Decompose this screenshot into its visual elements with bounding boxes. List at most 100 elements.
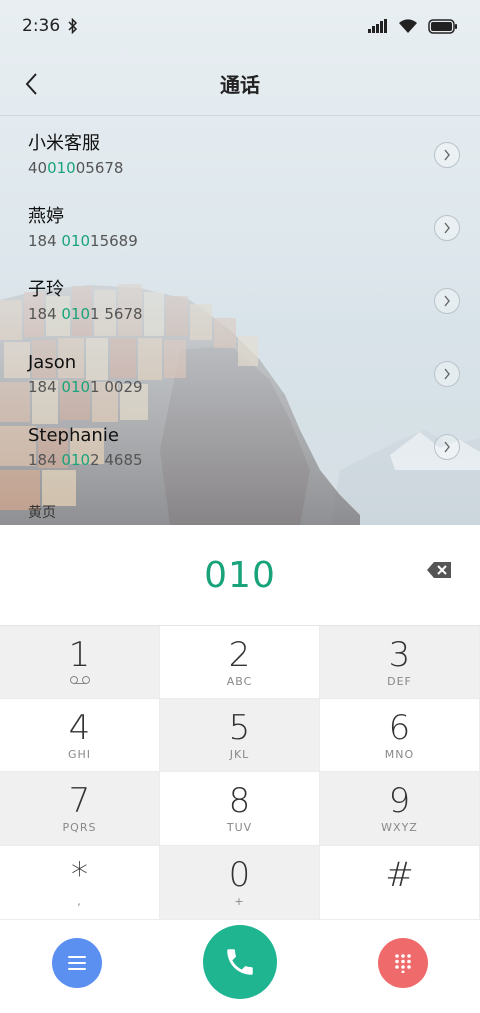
contact-item[interactable]: 子玲 184 0101 5678 xyxy=(0,264,480,337)
status-icons xyxy=(368,18,458,34)
number-suffix: 1 0029 xyxy=(90,378,143,396)
key-digit: 7 xyxy=(68,781,91,821)
yellow-pages-label[interactable]: 黄页 xyxy=(28,502,56,522)
number-prefix: 184 xyxy=(28,378,62,396)
chevron-right-icon xyxy=(444,222,450,234)
voicemail-icon xyxy=(69,675,91,689)
contact-item[interactable]: Stephanie 184 0102 4685 xyxy=(0,410,480,483)
key-4[interactable]: 4 GHI xyxy=(0,699,160,772)
contact-number: 184 0101 0029 xyxy=(28,376,480,398)
contact-name: 小米客服 xyxy=(28,133,100,154)
contact-name: Jason xyxy=(28,352,77,373)
dialed-number[interactable]: 010 xyxy=(204,555,276,596)
number-match: 010 xyxy=(61,232,91,250)
number-suffix: 15689 xyxy=(90,232,138,250)
chevron-right-icon xyxy=(444,295,450,307)
key-2[interactable]: 2 ABC xyxy=(160,626,320,699)
key-8[interactable]: 8 TUV xyxy=(160,772,320,846)
number-match: 010 xyxy=(61,305,91,323)
phone-icon xyxy=(227,949,253,975)
contact-item[interactable]: 小米客服 4001005678 xyxy=(0,118,480,191)
chevron-right-icon xyxy=(444,149,450,161)
key-digit: 6 xyxy=(388,707,411,748)
contact-name: Stephanie xyxy=(28,425,119,446)
key-digit: # xyxy=(385,855,414,895)
wifi-icon xyxy=(399,18,417,33)
contacts-background: 2:36 通话 小米客服 4001005678 燕婷 184 01015689 … xyxy=(0,0,480,525)
battery-icon xyxy=(428,18,457,34)
number-match: 010 xyxy=(61,378,91,396)
contact-item[interactable]: Jason 184 0101 0029 xyxy=(0,337,480,410)
key-9[interactable]: 9 WXYZ xyxy=(320,772,480,846)
contact-suggestion-list: 小米客服 4001005678 燕婷 184 01015689 子玲 184 0… xyxy=(0,118,480,483)
contact-detail-button[interactable] xyxy=(434,361,460,387)
contact-detail-button[interactable] xyxy=(434,142,460,168)
menu-icon xyxy=(68,956,86,970)
contact-detail-button[interactable] xyxy=(434,215,460,241)
chevron-right-icon xyxy=(444,368,450,380)
key-digit: 5 xyxy=(228,707,251,748)
number-suffix: 05678 xyxy=(75,159,124,177)
contact-number: 184 01015689 xyxy=(28,230,480,252)
key-letters: GHI xyxy=(67,747,92,761)
key-digit: 4 xyxy=(68,707,91,748)
number-prefix: 184 xyxy=(28,451,62,469)
bluetooth-icon xyxy=(68,18,78,34)
contact-name: 燕婷 xyxy=(28,206,64,227)
key-letters: PQRS xyxy=(62,821,97,834)
contact-number: 184 0101 5678 xyxy=(28,303,480,325)
number-suffix: 1 5678 xyxy=(90,305,143,323)
dialpad-keys: 1 2 ABC 3 DEF 4 GHI 5 JKL 6 MNO 7 PQRS 8… xyxy=(0,625,480,920)
key-digit: 2 xyxy=(228,634,251,675)
key-star[interactable]: * , xyxy=(0,846,160,920)
signal-icon xyxy=(368,19,387,33)
back-button[interactable] xyxy=(14,66,50,102)
key-letters: MNO xyxy=(384,747,415,761)
number-match: 010 xyxy=(61,451,91,469)
key-7[interactable]: 7 PQRS xyxy=(0,772,160,846)
key-3[interactable]: 3 DEF xyxy=(320,626,480,699)
header: 通话 xyxy=(0,52,480,116)
contact-number: 4001005678 xyxy=(28,157,480,179)
key-digit: 9 xyxy=(388,781,411,821)
contact-number: 184 0102 4685 xyxy=(28,449,480,471)
number-suffix: 2 4685 xyxy=(90,451,143,469)
backspace-button[interactable] xyxy=(426,559,454,581)
dial-input-row: 010 xyxy=(0,525,480,625)
key-1[interactable]: 1 xyxy=(0,626,160,699)
key-digit: * xyxy=(71,855,88,895)
contact-item[interactable]: 燕婷 184 01015689 xyxy=(0,191,480,264)
key-letters: JKL xyxy=(229,747,250,761)
status-time: 2:36 xyxy=(22,16,61,36)
dialpad-icon xyxy=(395,954,411,973)
key-letters: WXYZ xyxy=(381,821,418,834)
key-digit: 8 xyxy=(228,781,251,821)
backspace-icon xyxy=(427,562,451,578)
status-bar: 2:36 xyxy=(0,0,480,52)
key-letters: DEF xyxy=(387,674,412,688)
chevron-right-icon xyxy=(444,441,450,453)
dialpad-toggle-button[interactable] xyxy=(378,938,428,988)
key-digit: 0 xyxy=(228,855,251,895)
number-prefix: 40 xyxy=(28,159,48,177)
menu-button[interactable] xyxy=(52,938,102,988)
bottom-action-bar xyxy=(0,919,480,1013)
contact-detail-button[interactable] xyxy=(434,434,460,460)
key-hash[interactable]: # xyxy=(320,846,480,920)
key-letters: ABC xyxy=(226,674,253,688)
key-digit: 3 xyxy=(388,634,411,675)
key-letters: , xyxy=(77,895,82,908)
key-digit: 1 xyxy=(68,634,91,675)
contact-name: 子玲 xyxy=(28,279,64,300)
number-prefix: 184 xyxy=(28,305,62,323)
call-button[interactable] xyxy=(203,925,277,999)
key-5[interactable]: 5 JKL xyxy=(160,699,320,772)
key-6[interactable]: 6 MNO xyxy=(320,699,480,772)
key-0[interactable]: 0 + xyxy=(160,846,320,920)
chevron-left-icon xyxy=(25,73,37,95)
number-prefix: 184 xyxy=(28,232,62,250)
page-title: 通话 xyxy=(220,73,260,97)
contact-detail-button[interactable] xyxy=(434,288,460,314)
number-match: 010 xyxy=(47,159,76,177)
key-letters: + xyxy=(234,895,245,908)
